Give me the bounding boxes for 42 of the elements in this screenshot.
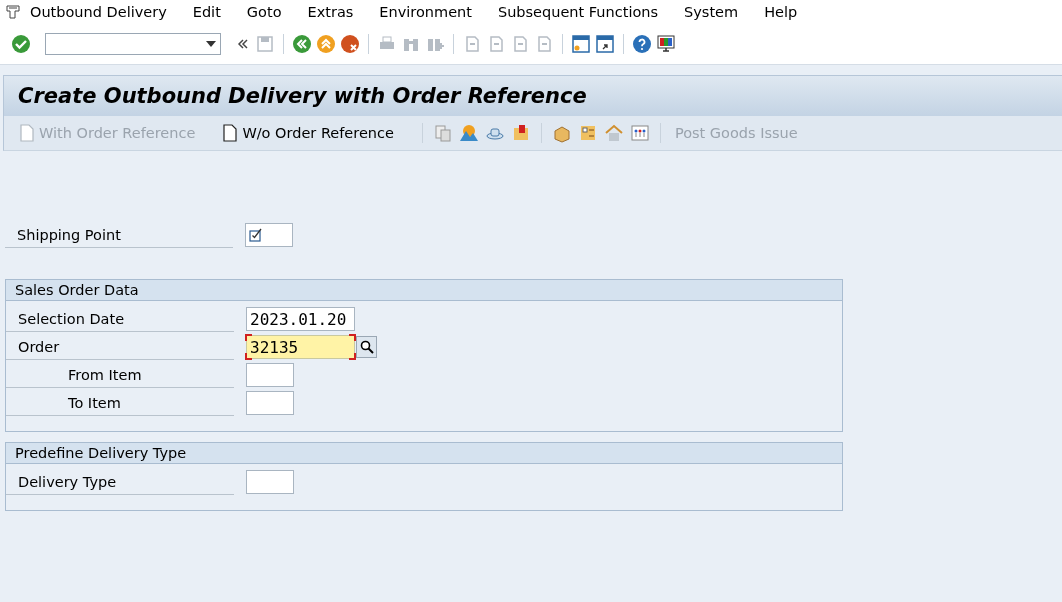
menu-item[interactable]: Outbound Delivery	[22, 4, 180, 20]
group-title: Predefine Delivery Type	[6, 443, 842, 464]
menu-item[interactable]: Subsequent Functions	[484, 4, 672, 20]
menu-item[interactable]: Edit	[179, 4, 234, 20]
new-window-icon[interactable]	[571, 34, 591, 54]
house-icon[interactable]	[603, 123, 624, 143]
input-field[interactable]	[246, 363, 294, 387]
search-help-button[interactable]	[356, 336, 377, 358]
field-label: To Item	[6, 390, 234, 416]
field-label: Order	[6, 334, 234, 360]
exit-icon[interactable]	[316, 34, 336, 54]
input-field[interactable]: 2023.01.20	[246, 307, 355, 331]
field-label: Shipping Point	[5, 222, 233, 248]
input-field[interactable]: 32135	[246, 335, 355, 359]
field-label: From Item	[6, 362, 234, 388]
back-icon[interactable]	[292, 34, 312, 54]
enter-icon[interactable]	[11, 34, 31, 54]
input-field[interactable]	[246, 470, 294, 494]
copy-document-icon[interactable]	[432, 123, 453, 143]
mountains-icon[interactable]	[458, 123, 479, 143]
menu-item[interactable]: Help	[751, 4, 811, 20]
group-title: Sales Order Data	[6, 280, 842, 301]
monitor-icon[interactable]	[656, 34, 676, 54]
document-icon	[20, 124, 34, 142]
document-icon	[223, 124, 238, 142]
menu-item[interactable]: Goto	[233, 4, 295, 20]
menu-item[interactable]: System	[671, 4, 752, 20]
help-icon[interactable]	[632, 34, 652, 54]
screen-title: Create Outbound Delivery with Order Reference	[18, 84, 587, 108]
input-field[interactable]	[246, 391, 294, 415]
menu-icon[interactable]	[6, 4, 22, 20]
shortcut-window-icon[interactable]	[595, 34, 615, 54]
field-label: Delivery Type	[6, 469, 234, 495]
command-field[interactable]	[45, 33, 221, 55]
menu-item[interactable]: Extras	[294, 4, 367, 20]
input-field[interactable]	[245, 223, 293, 247]
cancel-icon[interactable]	[340, 34, 360, 54]
menu-item[interactable]: Environment	[366, 4, 485, 20]
field-label: Selection Date	[6, 306, 234, 332]
toolbar-button[interactable]: W/o Order Reference	[219, 124, 398, 142]
required-entry-icon	[249, 228, 263, 242]
dropdown-caret-icon[interactable]	[206, 41, 216, 47]
